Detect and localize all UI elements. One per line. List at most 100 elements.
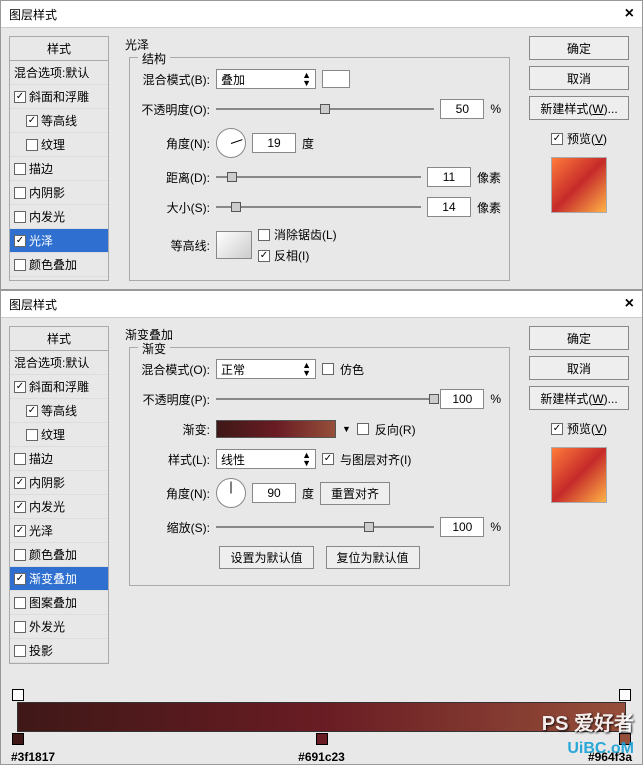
- opacity-stop[interactable]: [619, 689, 631, 701]
- preview-checkbox[interactable]: [551, 423, 563, 435]
- set-default-button[interactable]: 设置为默认值: [219, 546, 313, 569]
- close-icon[interactable]: ×: [625, 295, 634, 313]
- scale-input[interactable]: 100: [440, 517, 484, 537]
- checkbox-icon[interactable]: [14, 187, 26, 199]
- checkbox-icon[interactable]: [26, 405, 38, 417]
- style-item-inner-shadow[interactable]: 内阴影: [10, 471, 108, 495]
- size-input[interactable]: 14: [427, 197, 471, 217]
- checkbox-icon[interactable]: [14, 259, 26, 271]
- dither-checkbox[interactable]: [322, 363, 334, 375]
- opacity-slider[interactable]: [216, 391, 434, 407]
- style-select[interactable]: 线性▲▼: [216, 449, 316, 469]
- blend-options-item[interactable]: 混合选项:默认: [10, 61, 108, 85]
- cancel-button[interactable]: 取消: [529, 356, 629, 380]
- opacity-stop[interactable]: [12, 689, 24, 701]
- checkbox-icon[interactable]: [14, 549, 26, 561]
- style-item-inner-shadow[interactable]: 内阴影: [10, 181, 108, 205]
- style-item-pattern-overlay[interactable]: 图案叠加: [10, 591, 108, 615]
- ok-button[interactable]: 确定: [529, 326, 629, 350]
- ok-button[interactable]: 确定: [529, 36, 629, 60]
- style-item-inner-glow[interactable]: 内发光: [10, 495, 108, 519]
- preview-label: 预览(V): [567, 420, 607, 437]
- style-item-stroke[interactable]: 描边: [10, 157, 108, 181]
- cancel-button[interactable]: 取消: [529, 66, 629, 90]
- style-item-bevel[interactable]: 斜面和浮雕: [10, 375, 108, 399]
- dropdown-arrows-icon: ▲▼: [302, 361, 311, 377]
- style-label: 样式(L):: [138, 451, 210, 468]
- checkbox-icon[interactable]: [14, 477, 26, 489]
- checkbox-icon[interactable]: [14, 235, 26, 247]
- checkbox-icon[interactable]: [14, 645, 26, 657]
- opacity-input[interactable]: 50: [440, 99, 484, 119]
- contour-picker[interactable]: [216, 231, 252, 259]
- style-item-stroke[interactable]: 描边: [10, 447, 108, 471]
- angle-dial[interactable]: [216, 128, 246, 158]
- opacity-slider[interactable]: [216, 101, 434, 117]
- color-stop[interactable]: [619, 733, 631, 745]
- angle-input[interactable]: 19: [252, 133, 296, 153]
- antialias-checkbox[interactable]: [258, 229, 270, 241]
- blend-options-item[interactable]: 混合选项:默认: [10, 351, 108, 375]
- opacity-input[interactable]: 100: [440, 389, 484, 409]
- style-item-contour[interactable]: 等高线: [10, 109, 108, 133]
- distance-input[interactable]: 11: [427, 167, 471, 187]
- checkbox-icon[interactable]: [26, 115, 38, 127]
- unit-label: %: [490, 102, 501, 116]
- style-item-contour[interactable]: 等高线: [10, 399, 108, 423]
- style-item-inner-glow[interactable]: 内发光: [10, 205, 108, 229]
- checkbox-icon[interactable]: [14, 621, 26, 633]
- new-style-button[interactable]: 新建样式(W)...: [529, 386, 629, 410]
- new-style-button[interactable]: 新建样式(W)...: [529, 96, 629, 120]
- close-icon[interactable]: ×: [625, 5, 634, 23]
- reset-align-button[interactable]: 重置对齐: [320, 482, 390, 505]
- invert-checkbox[interactable]: [258, 250, 270, 262]
- reverse-label: 反向(R): [375, 421, 416, 438]
- angle-input[interactable]: 90: [252, 483, 296, 503]
- style-item-bevel[interactable]: 斜面和浮雕: [10, 85, 108, 109]
- checkbox-icon[interactable]: [14, 501, 26, 513]
- gradient-picker[interactable]: [216, 420, 336, 438]
- dropdown-icon[interactable]: ▼: [342, 424, 351, 434]
- scale-label: 缩放(S):: [138, 519, 210, 536]
- size-slider[interactable]: [216, 199, 421, 215]
- distance-label: 距离(D):: [138, 169, 210, 186]
- color-stop[interactable]: [316, 733, 328, 745]
- style-item-color-overlay[interactable]: 颜色叠加: [10, 253, 108, 277]
- style-item-satin[interactable]: 光泽: [10, 229, 108, 253]
- color-stop[interactable]: [12, 733, 24, 745]
- style-item-texture[interactable]: 纹理: [10, 133, 108, 157]
- checkbox-icon[interactable]: [26, 429, 38, 441]
- gradient-bar[interactable]: [17, 702, 626, 732]
- group-title: 结构: [138, 50, 170, 67]
- antialias-label: 消除锯齿(L): [274, 226, 337, 243]
- checkbox-icon[interactable]: [14, 163, 26, 175]
- reverse-checkbox[interactable]: [357, 423, 369, 435]
- blend-mode-select[interactable]: 正常▲▼: [216, 359, 316, 379]
- checkbox-icon[interactable]: [14, 597, 26, 609]
- unit-label: 度: [302, 135, 314, 152]
- align-checkbox[interactable]: [322, 453, 334, 465]
- reset-default-button[interactable]: 复位为默认值: [326, 546, 420, 569]
- gradient-label: 渐变:: [138, 421, 210, 438]
- styles-header[interactable]: 样式: [10, 327, 108, 351]
- color-swatch[interactable]: [322, 70, 350, 88]
- preview-checkbox[interactable]: [551, 133, 563, 145]
- style-item-outer-glow[interactable]: 外发光: [10, 615, 108, 639]
- checkbox-icon[interactable]: [14, 381, 26, 393]
- style-item-color-overlay[interactable]: 颜色叠加: [10, 543, 108, 567]
- style-item-drop-shadow[interactable]: 投影: [10, 639, 108, 663]
- scale-slider[interactable]: [216, 519, 434, 535]
- styles-header[interactable]: 样式: [10, 37, 108, 61]
- checkbox-icon[interactable]: [14, 211, 26, 223]
- distance-slider[interactable]: [216, 169, 421, 185]
- blend-mode-select[interactable]: 叠加▲▼: [216, 69, 316, 89]
- checkbox-icon[interactable]: [14, 525, 26, 537]
- checkbox-icon[interactable]: [14, 573, 26, 585]
- checkbox-icon[interactable]: [14, 91, 26, 103]
- checkbox-icon[interactable]: [14, 453, 26, 465]
- style-item-texture[interactable]: 纹理: [10, 423, 108, 447]
- checkbox-icon[interactable]: [26, 139, 38, 151]
- angle-dial[interactable]: [216, 478, 246, 508]
- style-item-gradient-overlay[interactable]: 渐变叠加: [10, 567, 108, 591]
- style-item-satin[interactable]: 光泽: [10, 519, 108, 543]
